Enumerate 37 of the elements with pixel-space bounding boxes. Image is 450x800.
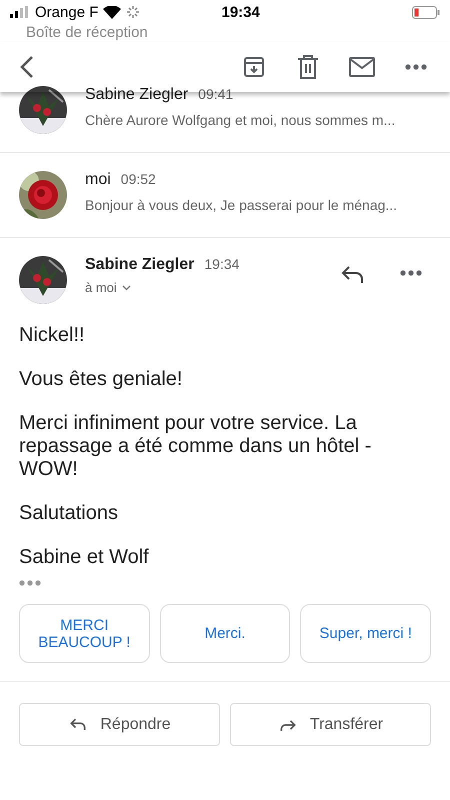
reply-button[interactable]: Répondre xyxy=(19,703,220,746)
reply-icon xyxy=(341,264,365,286)
message-paragraph: Nickel!! xyxy=(19,324,86,347)
message-paragraph: Sabine et Wolf xyxy=(19,546,150,569)
status-time: 19:34 xyxy=(222,4,261,20)
message-time: 09:52 xyxy=(120,171,156,187)
battery-icon xyxy=(412,6,440,18)
message-time: 09:41 xyxy=(198,86,234,102)
chevron-down-icon[interactable] xyxy=(122,284,131,290)
message-paragraph: Merci infiniment pour votre service. La repassage a été comme dans un hôtel - WOW! xyxy=(19,412,372,481)
sender-name: Sabine Ziegler xyxy=(85,256,194,274)
recipient-label[interactable]: à moi xyxy=(85,280,117,295)
loading-icon xyxy=(127,6,140,18)
delete-icon xyxy=(297,55,320,79)
sender-name: Sabine Ziegler xyxy=(85,86,188,104)
more-icon xyxy=(405,64,428,70)
thread-item[interactable]: moi 09:52 Bonjour à vous deux, Je passerai pour le ménag... xyxy=(0,153,450,238)
back-icon xyxy=(20,55,34,79)
smart-reply-button[interactable]: Merci. xyxy=(160,604,290,663)
message-time: 19:34 xyxy=(204,256,240,272)
wifi-icon xyxy=(103,6,122,18)
sender-name: moi xyxy=(85,171,111,189)
carrier-name: Orange F xyxy=(35,4,98,20)
thread-item[interactable]: Sabine Ziegler 09:41 Chère Aurore Wolfgang et moi, nous sommes m... xyxy=(0,86,450,153)
archive-icon xyxy=(242,55,266,79)
mail-icon xyxy=(349,57,376,77)
smart-reply-button[interactable]: MERCI BEAUCOUP ! xyxy=(19,604,150,663)
more-icon xyxy=(19,580,41,586)
message-snippet: Bonjour à vous deux, Je passerai pour le ménag... xyxy=(85,197,398,213)
more-icon xyxy=(400,270,422,276)
forward-button[interactable]: Transférer xyxy=(230,703,431,746)
message-paragraph: Vous êtes geniale! xyxy=(19,368,184,391)
smart-reply-button[interactable]: Super, merci ! xyxy=(300,604,432,663)
signal-icon xyxy=(10,6,30,18)
back-label: Boîte de réception xyxy=(25,24,149,42)
message-snippet: Chère Aurore Wolfgang et moi, nous sommes m... xyxy=(85,112,396,128)
message-paragraph: Salutations xyxy=(19,502,119,525)
